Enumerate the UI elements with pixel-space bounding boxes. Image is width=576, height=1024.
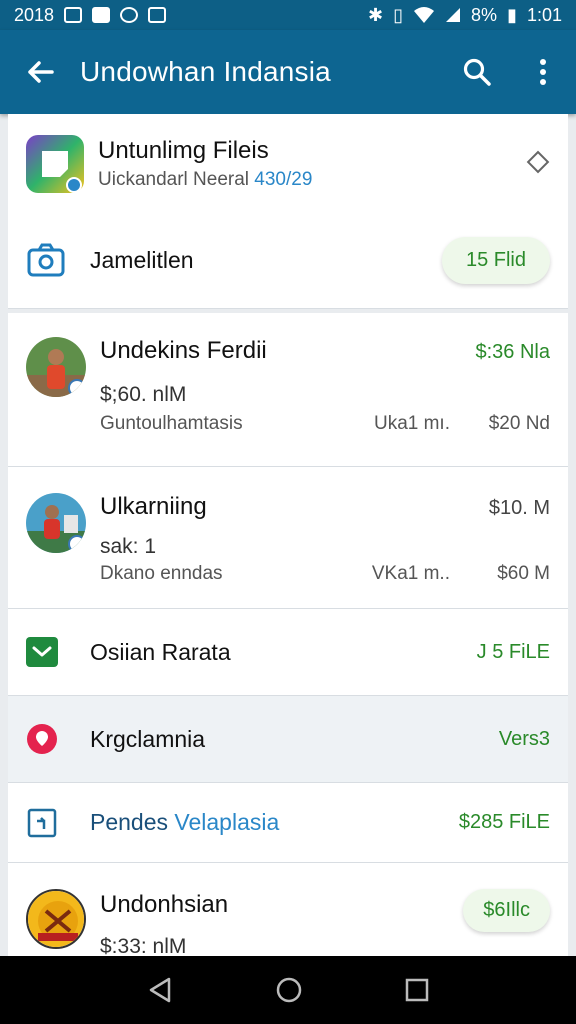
status-bar: 2018 ✱ ▯ 8% ▮ 1:01 [0, 0, 576, 30]
camera-label: Jamelitlen [90, 246, 194, 273]
nav-recents-icon[interactable] [405, 978, 429, 1002]
status-right: ✱ ▯ 8% ▮ 1:01 [368, 5, 562, 26]
search-icon [463, 58, 491, 86]
avatar-badge-icon [68, 379, 86, 397]
app-text: Untunlimg Fileis Uickandarl Neeral 430/2… [98, 137, 312, 191]
list-item[interactable]: Undekins Ferdii $:36 Nla $;60. nlM Gunto… [8, 313, 568, 467]
item-price: $10. M [488, 497, 550, 519]
avatar [26, 337, 86, 397]
item-right: $60 M [497, 563, 550, 584]
item-title: Undekins Ferdii [100, 337, 267, 364]
chat-notification-icon [120, 7, 139, 23]
app-logo [26, 135, 84, 193]
image-notification-icon [92, 7, 111, 23]
nav-back-icon[interactable] [147, 976, 173, 1004]
avatar [26, 889, 86, 949]
mail-icon [26, 636, 58, 668]
camera-row[interactable]: Jamelitlen 15 Flid [8, 214, 568, 306]
more-vert-icon [540, 59, 546, 85]
battery-icon: ▮ [507, 4, 517, 25]
status-left-text: 2018 [14, 4, 55, 25]
exit-icon [26, 807, 58, 839]
status-time: 1:01 [526, 4, 562, 25]
item-title: Ulkarniing [100, 493, 207, 520]
item-value: J 5 FiLE [476, 640, 550, 663]
item-pill-button[interactable]: $6Illc [463, 889, 550, 932]
item-mid: VKa1 m.. [371, 563, 450, 584]
overflow-menu-button[interactable] [510, 30, 576, 114]
item-label: Pendes Velaplasia [90, 809, 459, 836]
list-item[interactable]: Krgclamnia Vers3 [8, 696, 568, 783]
camera-pill-button[interactable]: 15 Flid [441, 236, 550, 284]
item-price: $:36 Nla [475, 341, 551, 363]
content-list[interactable]: Untunlimg Fileis Uickandarl Neeral 430/2… [8, 114, 568, 956]
back-button[interactable] [0, 30, 80, 114]
diamond-icon[interactable] [526, 150, 550, 174]
avatar-badge-icon [68, 535, 86, 553]
app-title: Untunlimg Fileis [98, 137, 269, 164]
app-subtitle-highlight: 430/29 [254, 169, 313, 190]
item-sub: $;60. nlM [100, 383, 187, 406]
avatar [26, 493, 86, 553]
item-label: Krgclamnia [90, 725, 206, 752]
camera-icon [27, 243, 65, 277]
arrow-back-icon [28, 61, 54, 83]
item-title: Undonhsian [100, 891, 229, 918]
item-label-a: Pendes [90, 809, 169, 835]
item-sub: $:33: nlM [100, 935, 187, 956]
app-notification-icon [148, 7, 167, 23]
battery-percent: 8% [471, 4, 498, 25]
app-row[interactable]: Untunlimg Fileis Uickandarl Neeral 430/2… [8, 114, 568, 214]
list-item[interactable]: Pendes Velaplasia $285 FiLE [8, 783, 568, 863]
location-icon [26, 723, 58, 755]
page-title: Undowhan Indansia [80, 56, 331, 87]
app-subtitle-prefix: Uickandarl Neeral [98, 169, 250, 190]
notification-icon [64, 7, 83, 23]
app-bar: Undowhan Indansia [0, 30, 576, 114]
item-value: Vers3 [498, 727, 550, 750]
vibrate-icon: ▯ [393, 4, 404, 25]
item-mid: Uka1 mı. [373, 413, 450, 434]
status-left: 2018 [14, 4, 167, 26]
nav-home-icon[interactable] [275, 976, 303, 1004]
header-card: Untunlimg Fileis Uickandarl Neeral 430/2… [8, 114, 568, 309]
signal-icon [446, 8, 461, 22]
wifi-icon [414, 7, 435, 23]
list-item[interactable]: Osiian Rarata J 5 FiLE [8, 609, 568, 696]
search-button[interactable] [444, 30, 510, 114]
item-desc: Dkano enndas [100, 563, 223, 584]
list-item[interactable]: Ulkarniing $10. M sak: 1 Dkano enndas VK… [8, 467, 568, 609]
item-sub: sak: 1 [100, 535, 157, 558]
item-value: $285 FiLE [458, 811, 550, 833]
system-nav-bar [0, 956, 576, 1024]
bluetooth-icon: ✱ [368, 4, 384, 25]
list-item[interactable]: Undonhsian $:33: nlM $6Illc [8, 863, 568, 956]
app-subtitle: Uickandarl Neeral 430/29 [98, 169, 312, 191]
item-desc: Guntoulhamtasis [100, 413, 243, 434]
item-label: Osiian Rarata [90, 638, 231, 665]
item-label-b: Velaplasia [174, 809, 280, 835]
item-right: $20 Nd [488, 413, 550, 434]
